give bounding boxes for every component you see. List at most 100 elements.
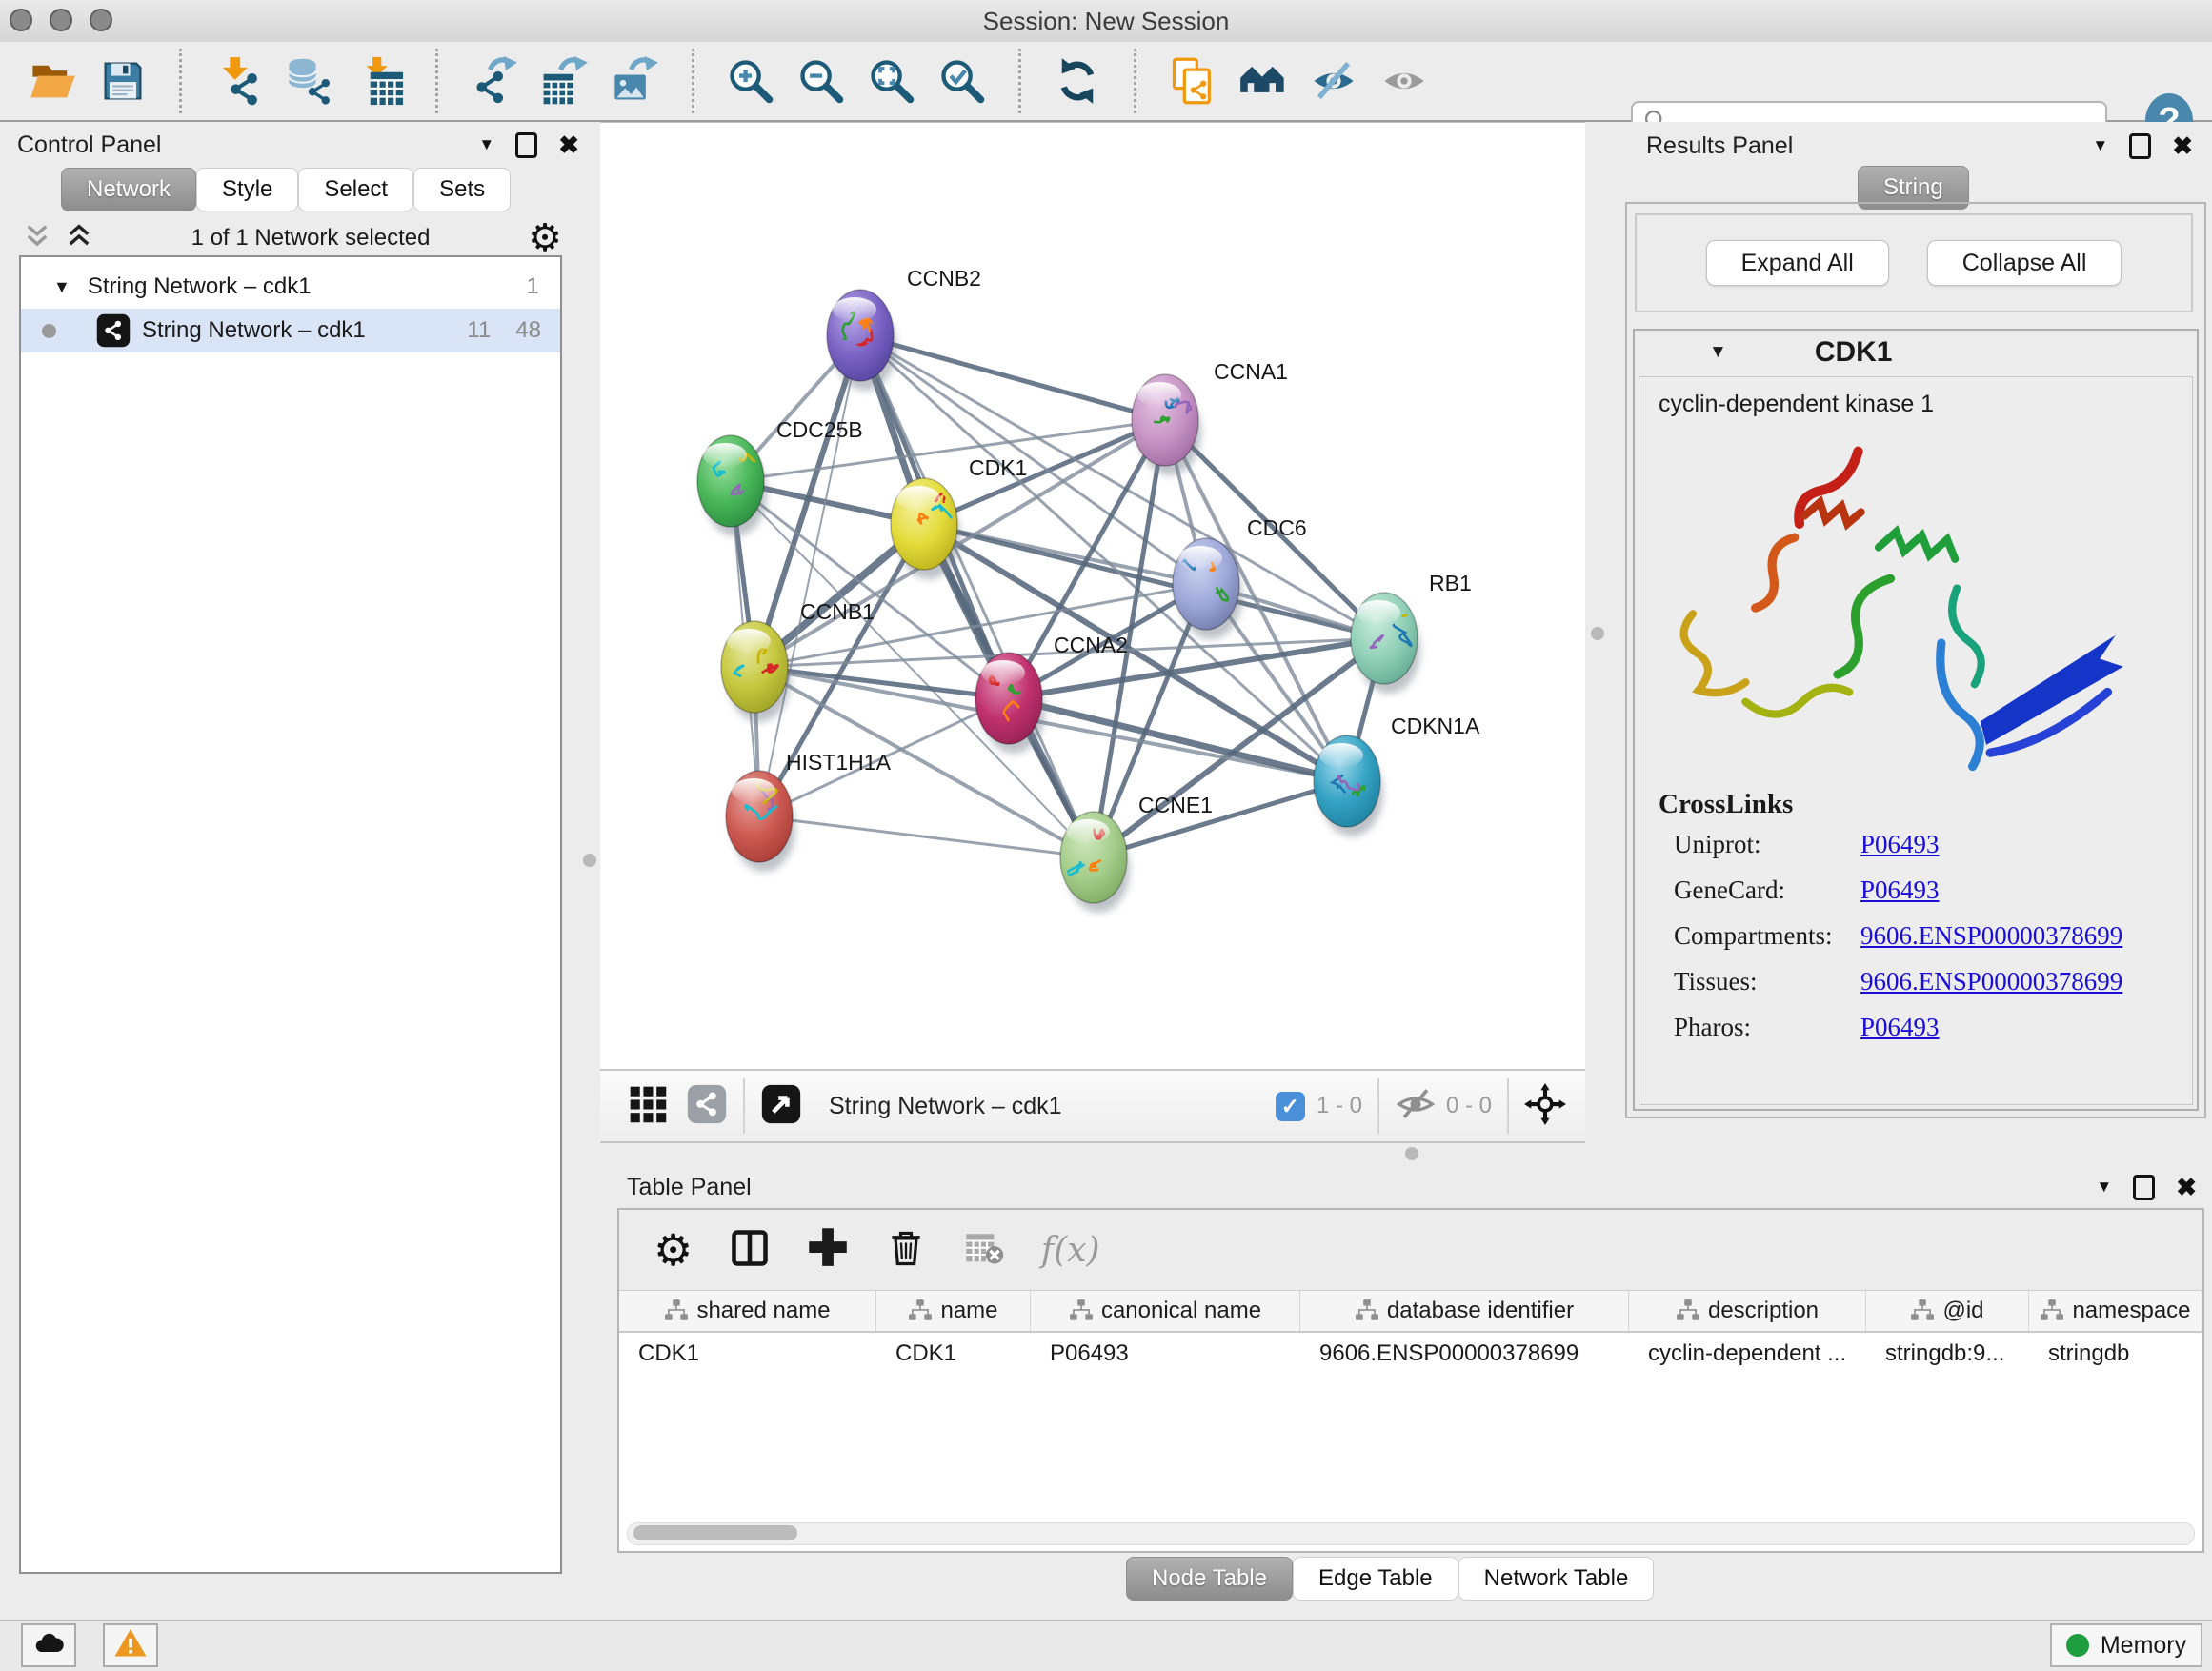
delete-column-icon[interactable] <box>885 1227 927 1274</box>
memory-button[interactable]: Memory <box>2050 1623 2202 1667</box>
crosslink-link[interactable]: P06493 <box>1860 876 1940 904</box>
crosslink-link[interactable]: P06493 <box>1860 830 1940 858</box>
table-cell[interactable]: P06493 <box>1031 1333 1300 1375</box>
results-panel-close-icon[interactable]: ✖ <box>2172 131 2193 161</box>
zoom-out-icon[interactable] <box>795 55 847 107</box>
import-table-icon[interactable] <box>353 55 405 107</box>
splitter-handle[interactable] <box>1405 1147 1418 1160</box>
export-image-icon[interactable] <box>610 55 661 107</box>
scrollbar-thumb[interactable] <box>633 1525 797 1540</box>
column-header-namespace[interactable]: namespace <box>2029 1291 2202 1331</box>
right-splitter-handle[interactable] <box>1591 627 1604 640</box>
export-network-icon[interactable] <box>469 55 520 107</box>
houses-icon[interactable] <box>1237 55 1289 107</box>
tab-node-table[interactable]: Node Table <box>1126 1557 1293 1601</box>
refresh-icon[interactable] <box>1052 55 1103 107</box>
network-node-HIST1H1A[interactable]: HIST1H1A <box>726 750 892 872</box>
network-canvas[interactable]: CCNB2 CCNA1 CDC25B CDK1 CDC6 RB1 CCNB1 <box>600 122 1585 1069</box>
crosslink-link[interactable]: P06493 <box>1860 1013 1940 1041</box>
open-folder-icon[interactable] <box>27 55 78 107</box>
network-node-count: 11 <box>467 317 491 344</box>
column-header--id[interactable]: @id <box>1866 1291 2029 1331</box>
column-header-name[interactable]: name <box>876 1291 1031 1331</box>
duplicate-documents-icon[interactable] <box>1167 55 1218 107</box>
control-panel-float-icon[interactable] <box>515 132 537 158</box>
export-table-icon[interactable] <box>539 55 591 107</box>
network-options-gear-icon[interactable]: ⚙ <box>528 219 562 257</box>
column-header-shared-name[interactable]: shared name <box>619 1291 876 1331</box>
function-builder-icon[interactable]: f(x) <box>1041 1231 1100 1270</box>
crosslink-label: Uniprot: <box>1674 830 1860 859</box>
selected-checkbox-icon[interactable]: ✓ <box>1276 1092 1305 1121</box>
crosslink-link[interactable]: 9606.ENSP00000378699 <box>1860 921 2122 950</box>
collapse-all-button[interactable]: Collapse All <box>1927 240 2122 286</box>
show-columns-icon[interactable] <box>729 1227 771 1274</box>
gene-section-collapse-icon[interactable]: ▼ <box>1709 342 1727 363</box>
network-node-CCNA1[interactable]: CCNA1 <box>1132 359 1288 475</box>
network-node-CCNB1[interactable]: CCNB1 <box>721 599 875 722</box>
collapse-all-tree-icon[interactable] <box>65 222 93 255</box>
show-eye-icon[interactable] <box>1378 55 1430 107</box>
table-cell[interactable]: stringdb <box>2029 1333 2202 1375</box>
table-panel-float-icon[interactable] <box>2133 1175 2155 1200</box>
save-session-icon[interactable] <box>97 55 149 107</box>
delete-table-icon[interactable] <box>963 1227 1005 1274</box>
tab-style[interactable]: Style <box>196 168 298 211</box>
tab-sets[interactable]: Sets <box>413 168 511 211</box>
network-node-RB1[interactable]: RB1 <box>1351 571 1472 694</box>
network-edge-count: 48 <box>515 317 541 344</box>
left-splitter-handle[interactable] <box>583 854 596 867</box>
table-panel-collapse-icon[interactable]: ▼ <box>2096 1178 2112 1197</box>
node-label: CDK1 <box>969 455 1027 480</box>
results-panel-collapse-icon[interactable]: ▼ <box>2092 136 2108 155</box>
tab-select[interactable]: Select <box>298 168 413 211</box>
table-header-row: shared namenamecanonical namedatabase id… <box>619 1291 2202 1333</box>
network-collection-row[interactable]: ▼ String Network – cdk1 1 <box>21 265 560 309</box>
import-network-from-database-icon[interactable] <box>283 55 334 107</box>
column-header-canonical-name[interactable]: canonical name <box>1031 1291 1300 1331</box>
table-cell[interactable]: 9606.ENSP00000378699 <box>1300 1333 1629 1375</box>
column-header-database-identifier[interactable]: database identifier <box>1300 1291 1629 1331</box>
network-row[interactable]: String Network – cdk1 11 48 <box>21 309 560 352</box>
node-label: HIST1H1A <box>786 750 892 775</box>
network-node-CCNE1[interactable]: CCNE1 <box>1060 793 1213 913</box>
tab-edge-table[interactable]: Edge Table <box>1293 1557 1458 1601</box>
zoom-selected-icon[interactable] <box>936 55 988 107</box>
open-in-new-icon[interactable] <box>760 1083 802 1130</box>
table-row[interactable]: CDK1CDK1P064939606.ENSP00000378699cyclin… <box>619 1333 2202 1375</box>
zoom-in-icon[interactable] <box>725 55 776 107</box>
column-header-description[interactable]: description <box>1629 1291 1866 1331</box>
table-options-gear-icon[interactable]: ⚙ <box>654 1228 693 1272</box>
fit-selected-crosshair-icon[interactable] <box>1524 1083 1566 1130</box>
expand-all-button[interactable]: Expand All <box>1706 240 1889 286</box>
network-node-CDKN1A[interactable]: CDKN1A <box>1314 714 1480 836</box>
hidden-eye-icon[interactable] <box>1395 1083 1437 1130</box>
collection-expand-icon[interactable]: ▼ <box>53 277 70 297</box>
table-panel-title: Table Panel <box>627 1174 752 1201</box>
birdseye-grid-icon[interactable] <box>627 1083 669 1130</box>
tab-network[interactable]: Network <box>61 168 196 211</box>
zoom-fit-icon[interactable] <box>866 55 917 107</box>
string-share-icon[interactable] <box>686 1083 728 1130</box>
table-cell[interactable]: stringdb:9... <box>1866 1333 2029 1375</box>
hidden-count: 0 - 0 <box>1446 1093 1492 1119</box>
table-cell[interactable]: cyclin-dependent ... <box>1629 1333 1866 1375</box>
add-column-icon[interactable]: ✚ <box>807 1230 849 1270</box>
results-panel-float-icon[interactable] <box>2129 133 2151 159</box>
table-cell[interactable]: CDK1 <box>619 1333 876 1375</box>
tab-network-table[interactable]: Network Table <box>1458 1557 1655 1601</box>
table-panel-close-icon[interactable]: ✖ <box>2176 1173 2197 1202</box>
crosslink-link[interactable]: 9606.ENSP00000378699 <box>1860 967 2122 996</box>
table-cell[interactable]: CDK1 <box>876 1333 1031 1375</box>
hide-eye-icon[interactable] <box>1308 55 1359 107</box>
table-panel: Table Panel ▼ ✖ ⚙ ✚ f(x) shared namename… <box>602 1164 2212 1610</box>
table-horizontal-scrollbar[interactable] <box>627 1522 2195 1545</box>
control-panel-collapse-icon[interactable]: ▼ <box>478 135 494 154</box>
import-network-icon[interactable] <box>212 55 264 107</box>
warnings-button[interactable] <box>103 1623 158 1667</box>
network-node-CCNB2[interactable]: CCNB2 <box>827 266 981 391</box>
automation-button[interactable] <box>21 1623 76 1667</box>
control-panel-close-icon[interactable]: ✖ <box>558 131 579 160</box>
expand-all-tree-icon[interactable] <box>23 222 51 255</box>
node-label: CDC6 <box>1247 515 1307 540</box>
